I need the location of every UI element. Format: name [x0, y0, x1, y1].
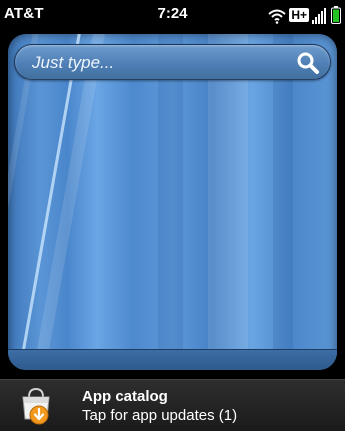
network-type-badge: H+ [289, 8, 309, 22]
notification-title: App catalog [82, 388, 168, 405]
notification-subtitle: Tap for app updates (1) [82, 407, 238, 424]
status-bar[interactable]: AT&T 7:24 H+ [0, 0, 345, 28]
launcher-card[interactable]: Just type... [8, 34, 337, 370]
search-input[interactable]: Just type... [32, 53, 114, 73]
search-bar[interactable]: Just type... [14, 44, 331, 80]
search-icon[interactable] [296, 51, 320, 75]
wifi-icon [268, 8, 286, 24]
signal-icon [312, 8, 328, 24]
device-screen: AT&T 7:24 H+ Just type... App catalog Ta… [0, 0, 345, 431]
status-icons: H+ [268, 4, 341, 24]
card-bottom-bar [8, 349, 337, 370]
app-catalog-notification[interactable]: App catalog Tap for app updates (1) [0, 379, 345, 431]
battery-icon [331, 6, 341, 24]
app-catalog-icon [18, 385, 54, 427]
